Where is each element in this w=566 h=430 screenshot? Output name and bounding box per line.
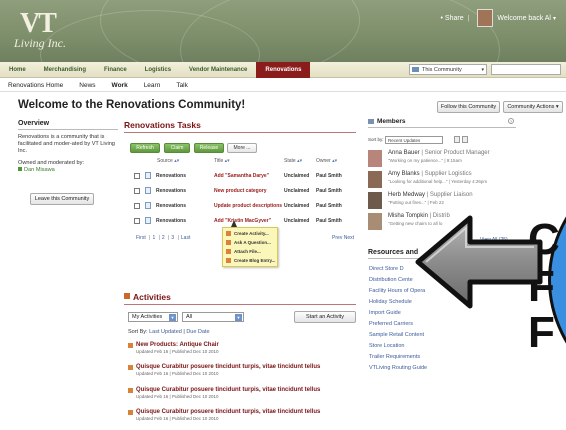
- callout-arrow-icon: [415, 215, 543, 309]
